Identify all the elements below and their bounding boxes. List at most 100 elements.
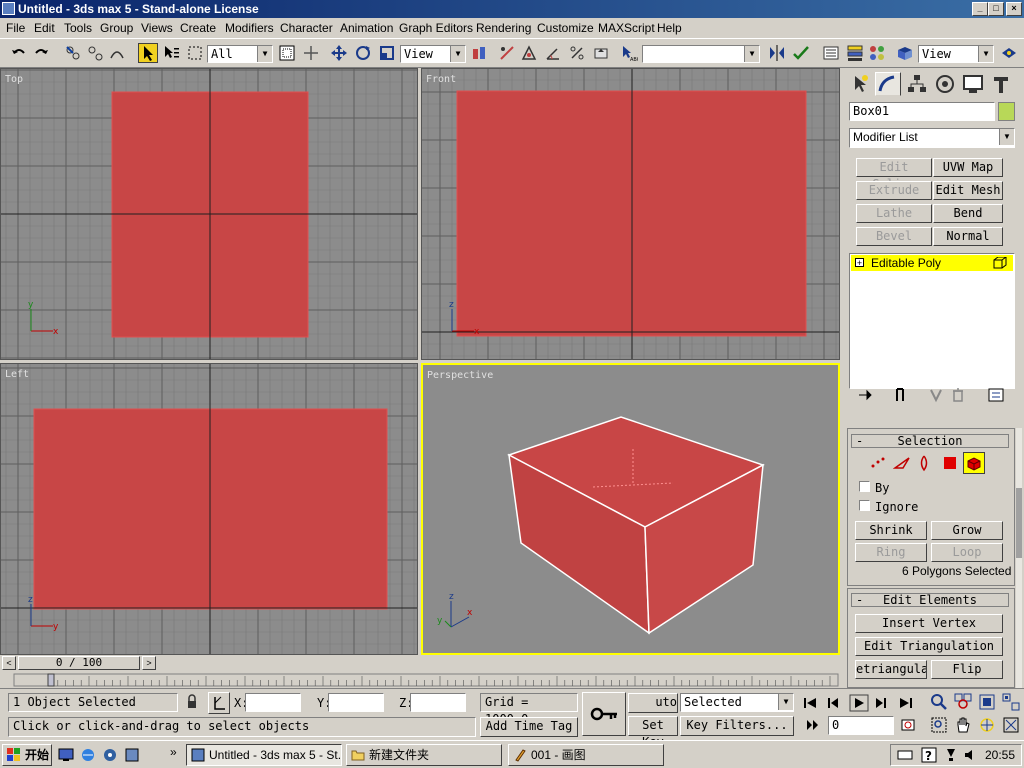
next-frame-icon[interactable] xyxy=(876,698,886,708)
x-coordinate-field[interactable] xyxy=(245,693,301,712)
object-color-swatch[interactable] xyxy=(998,102,1015,121)
time-configuration-icon[interactable] xyxy=(900,717,916,733)
mirror-icon[interactable] xyxy=(768,44,786,62)
menu-animation[interactable]: Animation xyxy=(340,21,393,35)
bevel-button[interactable]: Bevel xyxy=(856,227,932,246)
task-3dsmax[interactable]: Untitled - 3ds max 5 - St... xyxy=(186,744,342,766)
menu-customize[interactable]: Customize xyxy=(537,21,594,35)
menu-group[interactable]: Group xyxy=(100,21,133,35)
quicklaunch-3dsmax-icon[interactable] xyxy=(124,747,140,763)
previous-frame-icon[interactable] xyxy=(828,698,838,708)
region-zoom-icon[interactable] xyxy=(930,716,948,734)
pin-stack-icon[interactable] xyxy=(857,386,875,404)
material-editor-icon[interactable] xyxy=(868,44,886,62)
lathe-button[interactable]: Lathe xyxy=(856,204,932,223)
play-icon[interactable] xyxy=(849,694,869,712)
zoom-extents-icon[interactable] xyxy=(978,693,996,711)
menu-graph-editors[interactable]: Graph Editors xyxy=(399,21,473,35)
viewport-left-canvas[interactable]: yz xyxy=(1,364,418,655)
browser-icon[interactable] xyxy=(80,747,96,763)
current-frame-field[interactable]: 0 xyxy=(828,716,894,735)
select-manipulate-icon[interactable] xyxy=(498,44,516,62)
create-tab-icon[interactable] xyxy=(849,72,873,96)
viewport-top[interactable]: xy Top xyxy=(0,68,418,360)
select-and-link-icon[interactable] xyxy=(64,44,82,62)
app-icon[interactable] xyxy=(2,2,15,15)
time-prev-button[interactable]: < xyxy=(2,656,16,670)
menu-rendering[interactable]: Rendering xyxy=(476,21,531,35)
redo-icon[interactable] xyxy=(32,44,50,62)
snaps-toggle-icon[interactable] xyxy=(520,44,538,62)
motion-tab-icon[interactable] xyxy=(933,72,957,96)
z-coordinate-field[interactable] xyxy=(410,693,466,712)
menu-modifiers[interactable]: Modifiers xyxy=(225,21,274,35)
pivot-center-icon[interactable] xyxy=(470,44,488,62)
uvw-map-button[interactable]: UVW Map xyxy=(933,158,1003,177)
menu-views[interactable]: Views xyxy=(141,21,173,35)
viewport-perspective-label[interactable]: Perspective xyxy=(427,370,493,381)
tray-app-icon[interactable] xyxy=(943,747,959,763)
reference-coordinate-dropdown[interactable]: View ▼ xyxy=(400,45,466,63)
quicklaunch-overflow-chevron-icon[interactable]: » xyxy=(170,745,177,759)
render-type-dropdown[interactable]: View ▼ xyxy=(918,45,994,63)
show-end-result-icon[interactable] xyxy=(993,257,1007,269)
auto-key-button[interactable]: uto Key xyxy=(628,693,678,713)
viewport-top-canvas[interactable]: xy xyxy=(1,69,418,360)
utilities-tab-icon[interactable] xyxy=(989,72,1013,96)
viewport-top-label[interactable]: Top xyxy=(5,74,23,85)
hierarchy-tab-icon[interactable] xyxy=(905,72,929,96)
flip-button[interactable]: Flip xyxy=(931,660,1003,679)
make-unique-icon[interactable] xyxy=(927,386,945,404)
edit-triangulation-button[interactable]: Edit Triangulation xyxy=(855,637,1003,656)
move-icon[interactable] xyxy=(330,44,348,62)
ignore-backfacing-checkbox[interactable] xyxy=(859,500,870,511)
ring-button[interactable]: Ring xyxy=(855,543,927,562)
volume-icon[interactable] xyxy=(963,748,977,762)
menu-edit[interactable]: Edit xyxy=(34,21,55,35)
rect-selection-icon[interactable] xyxy=(186,44,204,62)
modifier-stack[interactable]: + Editable Poly xyxy=(849,253,1015,389)
show-end-result-toggle-icon[interactable] xyxy=(891,386,909,404)
viewport-perspective[interactable]: x z y Perspective xyxy=(421,363,840,655)
lock-selection-icon[interactable] xyxy=(184,694,200,710)
quick-render-icon[interactable] xyxy=(1000,44,1018,62)
task-new-folder[interactable]: 新建文件夹 xyxy=(346,744,502,766)
scale-icon[interactable] xyxy=(378,44,396,62)
maximize-viewport-icon[interactable] xyxy=(1002,716,1020,734)
track-current-frame-marker[interactable] xyxy=(47,673,55,687)
help-icon[interactable]: ? xyxy=(921,747,937,763)
viewport-perspective-canvas[interactable]: x z y xyxy=(423,365,838,653)
add-time-tag-button[interactable]: Add Time Tag xyxy=(480,717,578,737)
extrude-button[interactable]: Extrude xyxy=(856,181,932,200)
grow-button[interactable]: Grow xyxy=(931,521,1003,540)
menu-character[interactable]: Character xyxy=(280,21,333,35)
menu-file[interactable]: File xyxy=(6,21,25,35)
shrink-button[interactable]: Shrink xyxy=(855,521,927,540)
vertex-subobject-icon[interactable] xyxy=(869,454,887,472)
menu-help[interactable]: Help xyxy=(657,21,682,35)
normal-button[interactable]: Normal xyxy=(933,227,1003,246)
edge-subobject-icon[interactable] xyxy=(893,454,911,472)
zoom-extents-all-icon[interactable] xyxy=(1002,693,1020,711)
element-subobject-button[interactable] xyxy=(963,452,985,474)
render-scene-icon[interactable] xyxy=(896,44,914,62)
go-to-start-icon[interactable] xyxy=(804,698,816,708)
modify-tab[interactable] xyxy=(875,72,901,96)
spinner-snap-icon[interactable] xyxy=(592,44,610,62)
selection-filter-dropdown[interactable]: All ▼ xyxy=(207,45,273,63)
pan-hand-icon[interactable] xyxy=(954,716,972,734)
absolute-offset-toggle[interactable] xyxy=(208,692,230,714)
track-bar[interactable] xyxy=(0,672,843,688)
scrollbar-thumb[interactable] xyxy=(1016,488,1022,558)
viewport-front[interactable]: xz Front xyxy=(421,68,840,360)
key-mode-dropdown[interactable]: Selected ▼ xyxy=(680,693,794,712)
bend-button[interactable]: Bend xyxy=(933,204,1003,223)
object-name-field[interactable]: Box01 xyxy=(849,102,995,121)
track-bar-ticks[interactable] xyxy=(0,672,843,688)
unlink-icon[interactable] xyxy=(86,44,104,62)
viewport-left[interactable]: yz Left xyxy=(0,363,418,655)
angle-snap-icon[interactable] xyxy=(544,44,562,62)
menu-maxscript[interactable]: MAXScript xyxy=(598,21,655,35)
polygon-subobject-icon[interactable] xyxy=(941,454,959,472)
command-panel-scrollbar[interactable] xyxy=(1016,428,1022,688)
